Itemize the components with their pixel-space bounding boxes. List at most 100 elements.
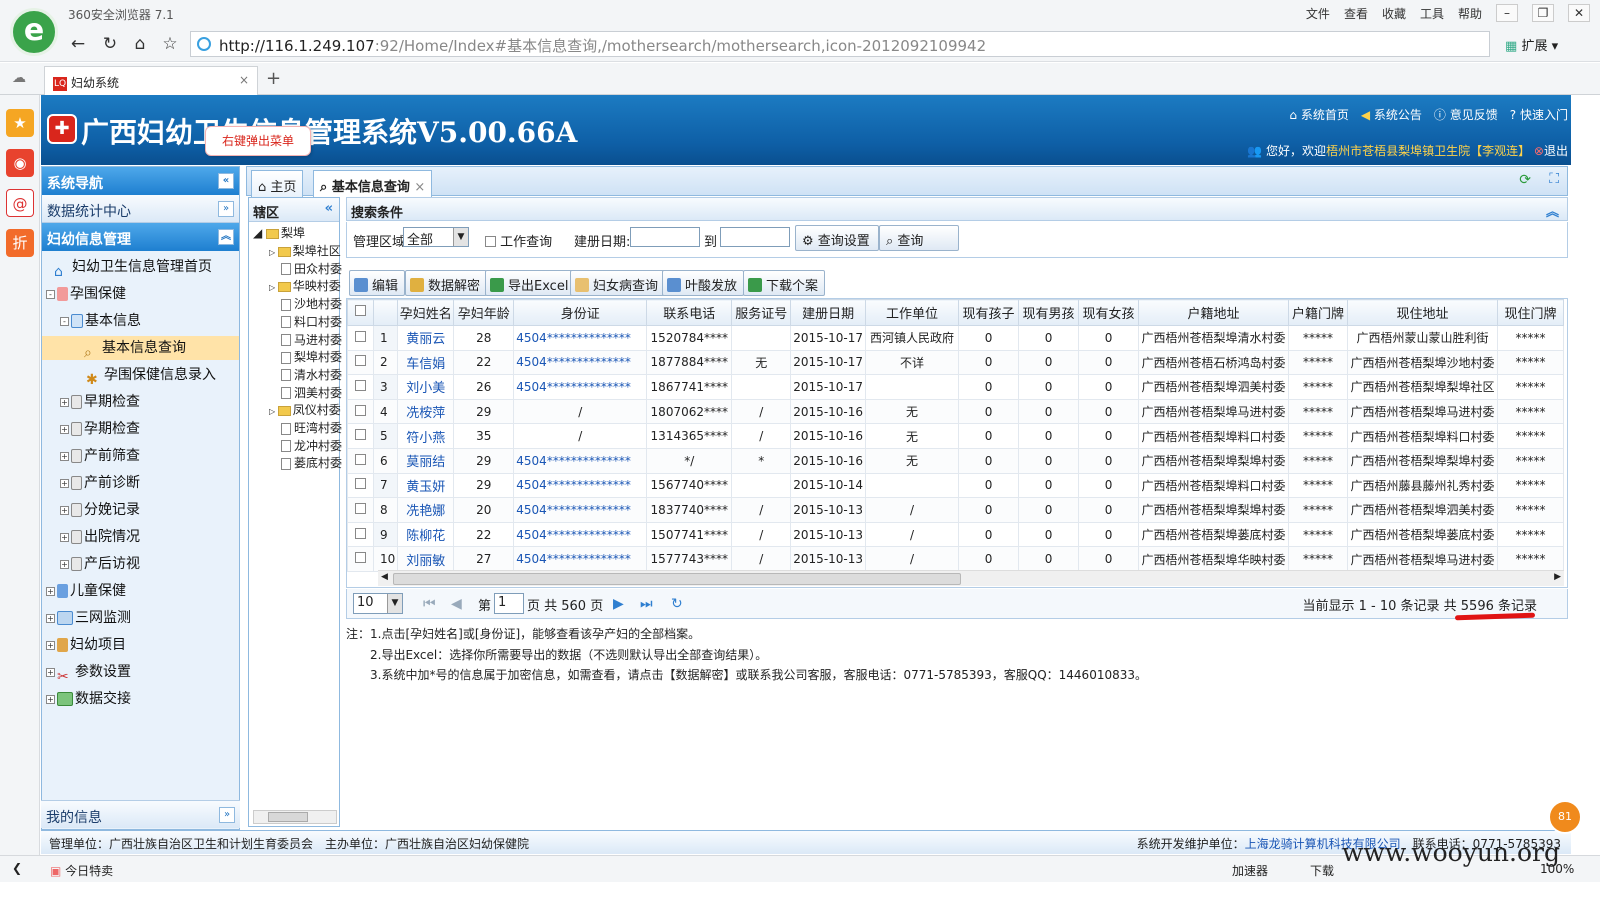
checkbox-icon[interactable] bbox=[485, 236, 496, 247]
table-row[interactable]: 4 冼桉萍 29/1807062****/2015-10-16 无 0 0 0 广西梧州苍梧梨… bbox=[347, 398, 1565, 425]
table-row[interactable]: 2 车信娟 22 4504************** 1877884**** 无 2015… bbox=[347, 349, 1565, 376]
checkbox-icon[interactable] bbox=[355, 527, 366, 539]
row-checkbox-cell[interactable] bbox=[347, 546, 374, 572]
edit-button[interactable]: 编辑 bbox=[349, 270, 406, 296]
menu-file[interactable]: 文件 bbox=[1306, 5, 1330, 22]
row-checkbox-cell[interactable] bbox=[347, 423, 374, 449]
tree-item-early-exam[interactable]: + 早期检查 bbox=[60, 390, 140, 414]
plus-icon[interactable]: + bbox=[46, 640, 55, 650]
home-icon[interactable]: ⌂ bbox=[128, 32, 152, 56]
expand-icon[interactable]: ▷ bbox=[269, 407, 278, 416]
star-icon[interactable]: ☆ bbox=[158, 32, 182, 56]
column-header[interactable]: 现有女孩 bbox=[1078, 299, 1140, 326]
region-scroll-thumb[interactable] bbox=[268, 812, 308, 822]
expand-icon[interactable]: ▷ bbox=[269, 248, 278, 257]
region-node[interactable]: ▷ 梨埠社区 bbox=[269, 242, 341, 260]
maternal-section[interactable]: 妇幼信息管理 ︽ bbox=[42, 223, 239, 251]
download-case-button[interactable]: 下载个案 bbox=[743, 270, 826, 296]
page-size-select[interactable]: 10 ▼ bbox=[353, 593, 403, 614]
favorites-star-icon[interactable]: ★ bbox=[6, 109, 34, 137]
scroll-left-icon[interactable]: ◀ bbox=[381, 572, 388, 582]
start-date-input[interactable] bbox=[630, 227, 700, 247]
region-node[interactable]: 旺湾村委 bbox=[281, 419, 342, 437]
welcome-user[interactable]: 【李观连】 bbox=[1470, 144, 1530, 158]
end-date-input[interactable] bbox=[720, 227, 790, 247]
table-row[interactable]: 8 冼艳娜 20 4504************** 1837740****/2015… bbox=[347, 497, 1565, 523]
tree-item-delivery[interactable]: + 分娩记录 bbox=[60, 498, 140, 522]
column-header[interactable]: 建册日期 bbox=[790, 299, 867, 326]
horizontal-scrollbar[interactable]: ◀ ▶ bbox=[378, 570, 1564, 586]
dropdown-arrow-icon[interactable]: ▼ bbox=[387, 594, 402, 613]
collapse-left-icon[interactable]: « bbox=[218, 173, 234, 189]
id-card-link[interactable]: 4504************** bbox=[513, 349, 648, 376]
plus-icon[interactable]: + bbox=[60, 424, 69, 434]
id-card-link[interactable]: 4504************** bbox=[513, 521, 648, 548]
close-tab-icon[interactable]: × bbox=[414, 180, 425, 195]
collapse-arrow-icon[interactable]: ❮ bbox=[12, 861, 22, 875]
folic-acid-button[interactable]: 叶酸发放 bbox=[662, 270, 745, 296]
system-home-link[interactable]: ⌂ 系统首页 bbox=[1289, 106, 1348, 123]
download-manager-button[interactable]: 下载 bbox=[1310, 862, 1334, 879]
row-checkbox-cell[interactable] bbox=[347, 398, 374, 425]
table-row[interactable]: 3 刘小美 26 4504************** 1867741**** 2015-… bbox=[347, 374, 1565, 400]
row-checkbox-cell[interactable] bbox=[347, 447, 374, 474]
row-checkbox-cell[interactable] bbox=[347, 374, 374, 400]
mother-name-link[interactable]: 冼艳娜 bbox=[397, 497, 455, 523]
region-node[interactable]: 泗美村委 bbox=[281, 384, 342, 402]
tree-item-postpartum[interactable]: + 产后访视 bbox=[60, 552, 140, 576]
column-header[interactable]: 孕妇姓名 bbox=[397, 299, 455, 326]
stat-center-panel[interactable]: 数据统计中心 » bbox=[42, 195, 239, 223]
daily-deals-link[interactable]: ▣ 今日特卖 bbox=[50, 862, 113, 879]
region-node[interactable]: 清水村委 bbox=[281, 366, 342, 384]
menu-tools[interactable]: 工具 bbox=[1420, 5, 1444, 22]
floating-badge[interactable]: 81 bbox=[1548, 800, 1582, 834]
table-row[interactable]: 10 刘丽敏 27 4504************** 1577743****/201… bbox=[347, 546, 1565, 572]
checkbox-icon[interactable] bbox=[355, 502, 366, 514]
gyn-query-button[interactable]: 妇女病查询 bbox=[570, 270, 666, 296]
minimize-icon[interactable]: – bbox=[1496, 4, 1518, 22]
column-header[interactable]: 联系电话 bbox=[646, 299, 733, 326]
plus-icon[interactable]: + bbox=[46, 667, 55, 677]
column-header[interactable]: 现有孩子 bbox=[958, 299, 1020, 326]
mother-name-link[interactable]: 冼桉萍 bbox=[397, 398, 455, 425]
browser-tab[interactable]: LQ 妇幼系统 × bbox=[44, 66, 258, 96]
column-header[interactable]: 工作单位 bbox=[865, 299, 960, 326]
close-icon[interactable]: ✕ bbox=[1568, 4, 1590, 22]
logout-link[interactable]: 退出 bbox=[1544, 144, 1568, 158]
plus-icon[interactable]: + bbox=[60, 532, 69, 542]
last-page-icon[interactable]: ⏭ bbox=[640, 596, 653, 612]
new-tab-icon[interactable]: + bbox=[266, 68, 281, 89]
column-header[interactable]: 身份证 bbox=[513, 299, 648, 326]
close-tab-icon[interactable]: × bbox=[239, 73, 249, 87]
chevron-up-icon[interactable]: ︽ bbox=[218, 229, 234, 245]
table-row[interactable]: 1 黄丽云 28 4504************** 1520784**** 2015-… bbox=[347, 325, 1565, 351]
tree-item-home[interactable]: ⌂ 妇幼卫生信息管理首页 bbox=[54, 255, 212, 280]
region-node[interactable]: 蒌底村委 bbox=[281, 454, 342, 472]
plus-icon[interactable]: + bbox=[60, 559, 69, 569]
checkbox-icon[interactable] bbox=[355, 305, 366, 316]
mother-name-link[interactable]: 陈柳花 bbox=[397, 521, 455, 548]
plus-icon[interactable]: + bbox=[46, 694, 55, 704]
mail-icon[interactable]: @ bbox=[6, 189, 34, 217]
area-select[interactable]: 全部 ▼ bbox=[403, 227, 469, 248]
extensions-button[interactable]: ▦ 扩展 ▾ bbox=[1505, 35, 1558, 54]
region-node[interactable]: 料口村委 bbox=[281, 313, 342, 331]
tab-basic-query[interactable]: ⌕ 基本信息查询 × bbox=[313, 170, 433, 197]
region-node[interactable]: 沙地村委 bbox=[281, 295, 342, 313]
region-node[interactable]: ▷ 华映村委 bbox=[269, 277, 341, 295]
mother-name-link[interactable]: 莫丽结 bbox=[397, 447, 455, 474]
announcement-link[interactable]: ◀ 系统公告 bbox=[1361, 106, 1422, 123]
tree-item-screening[interactable]: + 产前筛查 bbox=[60, 444, 140, 468]
region-node[interactable]: 龙冲村委 bbox=[281, 437, 342, 455]
chevron-down-icon[interactable]: » bbox=[218, 201, 234, 217]
reload-icon[interactable]: ⟳ bbox=[1519, 172, 1531, 188]
id-card-link[interactable]: 4504************** bbox=[513, 325, 648, 351]
id-card-link[interactable]: 4504************** bbox=[513, 447, 648, 474]
plus-icon[interactable]: + bbox=[60, 397, 69, 407]
scroll-right-icon[interactable]: ▶ bbox=[1554, 572, 1561, 582]
tree-item-discharge[interactable]: + 出院情况 bbox=[60, 525, 140, 549]
checkbox-icon[interactable] bbox=[355, 330, 366, 342]
row-checkbox-cell[interactable] bbox=[347, 325, 374, 351]
id-card-link[interactable]: 4504************** bbox=[513, 472, 648, 499]
scroll-thumb[interactable] bbox=[393, 573, 961, 585]
